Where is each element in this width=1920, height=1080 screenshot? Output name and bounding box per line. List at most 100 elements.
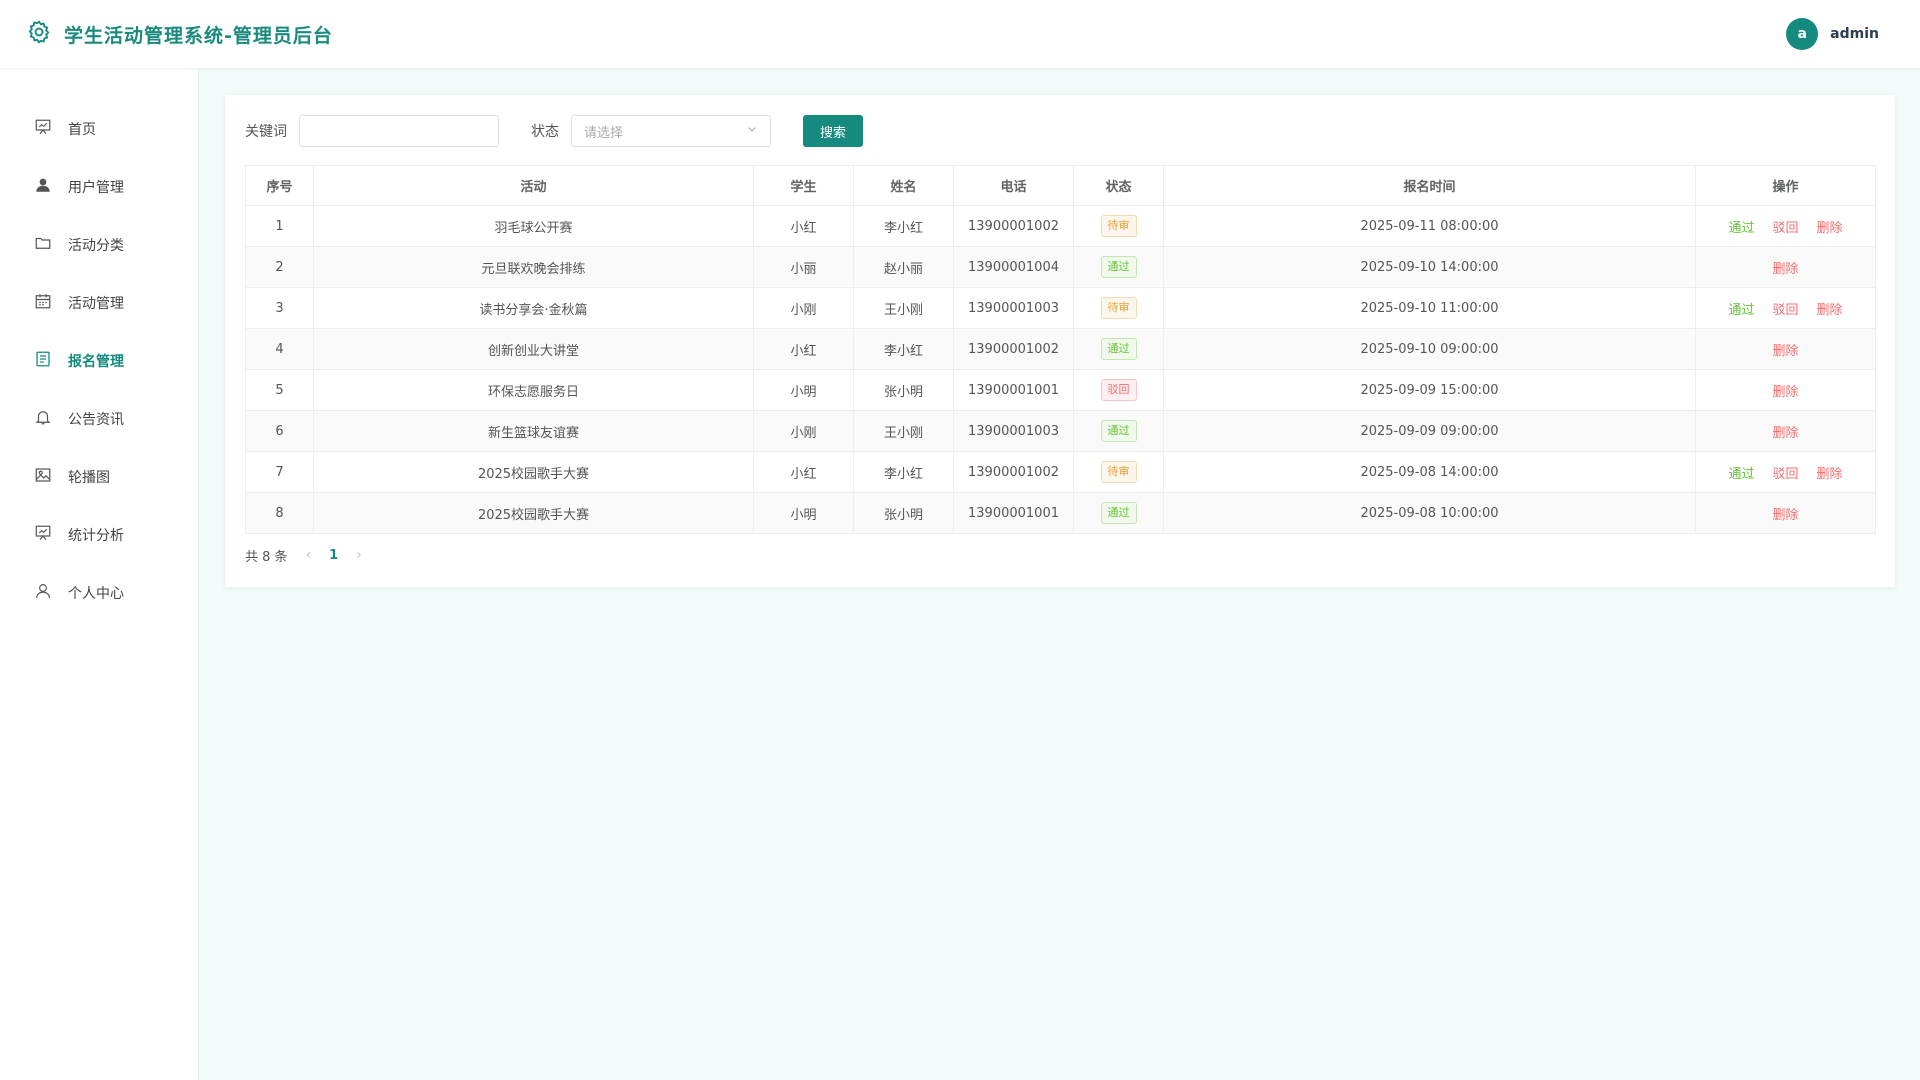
table-row: 5 环保志愿服务日 小明 张小明 13900001001 驳回 2025-09-09 15:… — [245, 369, 1876, 411]
cell-activity: 羽毛球公开赛 — [313, 205, 754, 247]
row-actions: 删除 — [1700, 258, 1871, 277]
table-row: 4 创新创业大讲堂 小红 李小红 13900001002 通过 2025-09-10 09:… — [245, 328, 1876, 370]
cell-actions: 通过 驳回 删除 — [1695, 451, 1876, 493]
prev-page-button[interactable]: ‹ — [306, 547, 312, 563]
cell-status: 待审 — [1073, 205, 1164, 247]
status-select-placeholder: 请选择 — [584, 125, 624, 141]
sidebar-item-label: 活动管理 — [68, 296, 124, 312]
column-header[interactable]: 姓名 — [853, 165, 954, 206]
bell-icon — [34, 408, 52, 430]
cell-status: 通过 — [1073, 410, 1164, 452]
total-count: 共 8 条 — [245, 549, 288, 565]
delete-action-link[interactable]: 删除 — [1817, 217, 1843, 236]
status-select[interactable]: 请选择 — [571, 115, 771, 147]
cell-index: 7 — [245, 451, 314, 493]
cell-phone: 13900001003 — [953, 287, 1074, 329]
sidebar-item-users[interactable]: 用户管理 — [0, 158, 198, 216]
row-actions: 删除 — [1700, 422, 1871, 441]
sidebar-item-categories[interactable]: 活动分类 — [0, 216, 198, 274]
page-number[interactable]: 1 — [329, 548, 338, 563]
column-header[interactable]: 学生 — [753, 165, 854, 206]
cell-time: 2025-09-08 14:00:00 — [1163, 451, 1696, 493]
status-badge: 待审 — [1100, 297, 1137, 319]
cell-name: 李小红 — [853, 451, 954, 493]
cell-activity: 2025校园歌手大赛 — [313, 492, 754, 534]
status-label: 状态 — [531, 124, 559, 140]
sidebar: 首页 用户管理 活动分类 活动管理 报名管理 公告资讯 轮播图 统计分析 个人中… — [0, 68, 199, 1080]
reject-action-link[interactable]: 驳回 — [1772, 299, 1798, 318]
cell-phone: 13900001001 — [953, 369, 1074, 411]
sidebar-item-notices[interactable]: 公告资讯 — [0, 390, 198, 448]
table-row: 1 羽毛球公开赛 小红 李小红 13900001002 待审 2025-09-11 08:0… — [245, 205, 1876, 247]
sidebar-item-statistics[interactable]: 统计分析 — [0, 506, 198, 564]
sidebar-item-profile[interactable]: 个人中心 — [0, 564, 198, 622]
delete-action-link[interactable]: 删除 — [1817, 463, 1843, 482]
delete-action-link[interactable]: 删除 — [1772, 422, 1798, 441]
cell-student: 小红 — [753, 451, 854, 493]
app-title: 学生活动管理系统-管理员后台 — [64, 24, 333, 47]
cell-student: 小红 — [753, 205, 854, 247]
delete-action-link[interactable]: 删除 — [1772, 258, 1798, 277]
table-row: 8 2025校园歌手大赛 小明 张小明 13900001001 通过 2025-09-08 … — [245, 492, 1876, 534]
pass-action-link[interactable]: 通过 — [1728, 299, 1754, 318]
sidebar-item-label: 活动分类 — [68, 238, 124, 254]
cell-time: 2025-09-08 10:00:00 — [1163, 492, 1696, 534]
cell-time: 2025-09-11 08:00:00 — [1163, 205, 1696, 247]
user-solid-icon — [34, 176, 52, 198]
cell-time: 2025-09-09 15:00:00 — [1163, 369, 1696, 411]
column-header[interactable]: 状态 — [1073, 165, 1164, 206]
keyword-label: 关键词 — [245, 124, 287, 140]
sidebar-item-home[interactable]: 首页 — [0, 100, 198, 158]
sidebar-item-carousel[interactable]: 轮播图 — [0, 448, 198, 506]
user-outline-icon — [34, 582, 52, 604]
registration-panel: 关键词 状态 请选择 搜索 序号 活动 学生 姓名 电话 状态 报名时间 操作 — [225, 95, 1895, 587]
reject-action-link[interactable]: 驳回 — [1772, 463, 1798, 482]
cell-actions: 通过 驳回 删除 — [1695, 287, 1876, 329]
keyword-input[interactable] — [299, 115, 499, 147]
username[interactable]: admin — [1830, 26, 1879, 42]
delete-action-link[interactable]: 删除 — [1772, 504, 1798, 523]
column-header[interactable]: 活动 — [313, 165, 754, 206]
table-row: 3 读书分享会·金秋篇 小刚 王小刚 13900001003 待审 2025-09-10 1… — [245, 287, 1876, 329]
delete-action-link[interactable]: 删除 — [1772, 340, 1798, 359]
cell-actions: 删除 — [1695, 328, 1876, 370]
cell-activity: 新生篮球友谊赛 — [313, 410, 754, 452]
row-actions: 通过 驳回 删除 — [1700, 299, 1871, 318]
document-icon — [34, 350, 52, 372]
sidebar-item-label: 轮播图 — [68, 470, 110, 486]
chart-board-icon — [34, 524, 52, 546]
table-header-row: 序号 活动 学生 姓名 电话 状态 报名时间 操作 — [245, 165, 1876, 206]
delete-action-link[interactable]: 删除 — [1817, 299, 1843, 318]
cell-student: 小刚 — [753, 287, 854, 329]
cell-index: 3 — [245, 287, 314, 329]
column-header[interactable]: 序号 — [245, 165, 314, 206]
sidebar-item-registrations[interactable]: 报名管理 — [0, 332, 198, 390]
calendar-icon — [34, 292, 52, 314]
delete-action-link[interactable]: 删除 — [1772, 381, 1798, 400]
column-header[interactable]: 操作 — [1695, 165, 1876, 206]
reject-action-link[interactable]: 驳回 — [1772, 217, 1798, 236]
pass-action-link[interactable]: 通过 — [1728, 463, 1754, 482]
cell-phone: 13900001003 — [953, 410, 1074, 452]
cell-student: 小明 — [753, 369, 854, 411]
pass-action-link[interactable]: 通过 — [1728, 217, 1754, 236]
column-header[interactable]: 电话 — [953, 165, 1074, 206]
cell-status: 驳回 — [1073, 369, 1164, 411]
avatar[interactable]: a — [1786, 18, 1819, 50]
cell-name: 赵小丽 — [853, 246, 954, 288]
column-header[interactable]: 报名时间 — [1163, 165, 1696, 206]
sidebar-item-label: 报名管理 — [68, 354, 124, 370]
row-actions: 通过 驳回 删除 — [1700, 463, 1871, 482]
cell-status: 待审 — [1073, 287, 1164, 329]
status-badge: 驳回 — [1100, 379, 1137, 401]
row-actions: 删除 — [1700, 340, 1871, 359]
sidebar-item-activities[interactable]: 活动管理 — [0, 274, 198, 332]
cell-actions: 通过 驳回 删除 — [1695, 205, 1876, 247]
search-button[interactable]: 搜索 — [803, 115, 863, 147]
brand: 学生活动管理系统-管理员后台 — [26, 19, 333, 49]
status-badge: 通过 — [1100, 338, 1137, 360]
cell-index: 2 — [245, 246, 314, 288]
table-row: 7 2025校园歌手大赛 小红 李小红 13900001002 待审 2025-09-08 … — [245, 451, 1876, 493]
user-menu[interactable]: a admin — [1786, 18, 1894, 50]
next-page-button[interactable]: › — [356, 547, 362, 563]
